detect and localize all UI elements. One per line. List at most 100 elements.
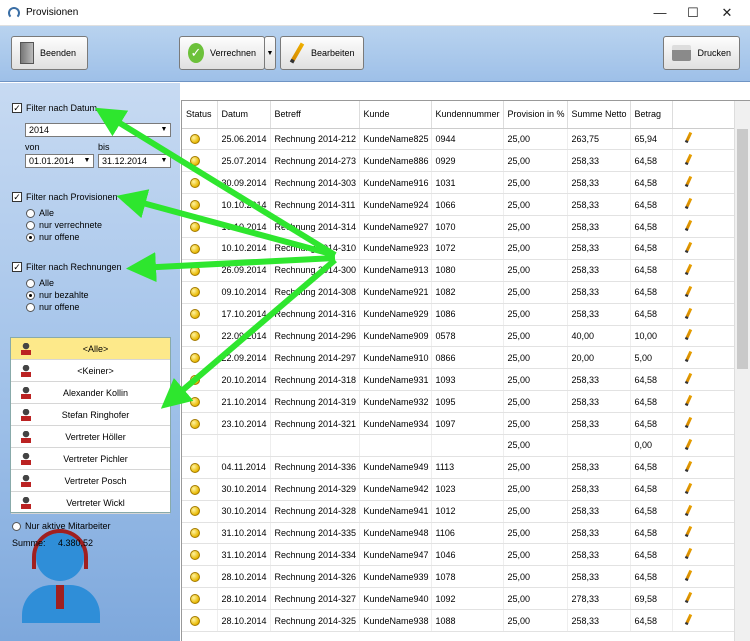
- pencil-icon[interactable]: [684, 154, 692, 166]
- provisionen-radio-offene[interactable]: nur offene: [26, 232, 79, 242]
- von-date-picker[interactable]: 01.01.2014 ▼: [25, 154, 94, 168]
- pencil-icon[interactable]: [684, 307, 692, 319]
- pencil-icon[interactable]: [684, 241, 692, 254]
- vertical-scrollbar[interactable]: [734, 101, 750, 641]
- table-row[interactable]: 17.10.2014 Rechnung 2014-316 KundeName929 1…: [182, 303, 736, 326]
- pencil-icon[interactable]: [684, 482, 692, 494]
- edit-cell[interactable]: [672, 193, 736, 217]
- edit-cell[interactable]: [672, 368, 736, 392]
- person-list-item[interactable]: <Alle>: [11, 338, 170, 360]
- table-row[interactable]: 25.06.2014 Rechnung 2014-212 KundeName825 0…: [182, 128, 736, 151]
- person-list-item[interactable]: Vertreter Wickl: [11, 492, 170, 514]
- pencil-icon[interactable]: [684, 197, 692, 210]
- person-list-item[interactable]: Vertreter Pichler: [11, 448, 170, 470]
- pencil-icon[interactable]: [684, 548, 692, 560]
- column-header[interactable]: Betreff: [270, 101, 360, 129]
- edit-cell[interactable]: [672, 149, 736, 173]
- edit-cell[interactable]: [672, 587, 736, 611]
- pencil-icon[interactable]: [684, 526, 692, 538]
- edit-cell[interactable]: [672, 478, 736, 501]
- table-row[interactable]: 30.10.2014 Rechnung 2014-329 KundeName942 1…: [182, 478, 736, 501]
- pencil-icon[interactable]: [684, 460, 692, 472]
- table-row[interactable]: 25,00 0,00: [182, 434, 736, 457]
- rechnungen-radio-alle[interactable]: Alle: [26, 278, 54, 288]
- pencil-icon[interactable]: [684, 132, 692, 144]
- provisionen-radio-alle[interactable]: Alle: [26, 208, 54, 218]
- provisionen-radio-verrechnete[interactable]: nur verrechnete: [26, 220, 102, 230]
- column-header[interactable]: Status: [182, 101, 218, 129]
- edit-cell[interactable]: [672, 215, 736, 238]
- edit-cell[interactable]: [672, 500, 736, 523]
- maximize-button[interactable]: ☐: [678, 3, 708, 23]
- person-list-item[interactable]: Stefan Ringhofer: [11, 404, 170, 426]
- edit-cell[interactable]: [672, 390, 736, 414]
- pencil-icon[interactable]: [684, 219, 692, 232]
- table-row[interactable]: 22.09.2014 Rechnung 2014-297 KundeName910 0…: [182, 346, 736, 370]
- table-row[interactable]: 28.10.2014 Rechnung 2014-325 KundeName938 1…: [182, 609, 736, 632]
- scrollbar-thumb[interactable]: [737, 129, 748, 369]
- verrechnen-dropdown-button[interactable]: ▼: [264, 36, 276, 70]
- close-button[interactable]: ✕: [712, 3, 742, 23]
- filter-rechnungen-checkbox[interactable]: ✓ Filter nach Rechnungen: [12, 262, 122, 272]
- table-row[interactable]: 10.10.2014 Rechnung 2014-310 KundeName923 1…: [182, 237, 736, 260]
- column-header[interactable]: Datum: [217, 101, 271, 129]
- edit-cell[interactable]: [672, 434, 736, 457]
- edit-cell[interactable]: [672, 325, 736, 348]
- pencil-icon[interactable]: [684, 504, 692, 516]
- pencil-icon[interactable]: [684, 570, 692, 582]
- table-row[interactable]: 10.10.2014 Rechnung 2014-311 KundeName924 1…: [182, 193, 736, 217]
- pencil-icon[interactable]: [684, 395, 692, 407]
- person-list-item[interactable]: Vertreter Posch: [11, 470, 170, 492]
- table-row[interactable]: 26.09.2014 Rechnung 2014-300 KundeName913 1…: [182, 259, 736, 282]
- pencil-icon[interactable]: [684, 176, 692, 188]
- rechnungen-radio-bezahlte[interactable]: nur bezahlte: [26, 290, 89, 300]
- table-row[interactable]: 28.10.2014 Rechnung 2014-327 KundeName940 1…: [182, 587, 736, 611]
- edit-cell[interactable]: [672, 609, 736, 632]
- table-row[interactable]: 04.11.2014 Rechnung 2014-336 KundeName949 1…: [182, 456, 736, 479]
- pencil-icon[interactable]: [684, 351, 692, 363]
- pencil-icon[interactable]: [684, 416, 692, 429]
- pencil-icon[interactable]: [684, 263, 692, 275]
- edit-cell[interactable]: [672, 303, 736, 326]
- edit-cell[interactable]: [672, 412, 736, 435]
- beenden-button[interactable]: Beenden: [11, 36, 88, 70]
- pencil-icon[interactable]: [684, 438, 692, 451]
- table-row[interactable]: 25.07.2014 Rechnung 2014-273 KundeName886 0…: [182, 149, 736, 173]
- table-row[interactable]: 28.10.2014 Rechnung 2014-326 KundeName939 1…: [182, 565, 736, 589]
- table-row[interactable]: 22.09.2014 Rechnung 2014-296 KundeName909 0…: [182, 325, 736, 348]
- verrechnen-button[interactable]: ✓ Verrechnen: [179, 36, 265, 70]
- column-header[interactable]: Kundennummer: [431, 101, 504, 129]
- column-header[interactable]: Summe Netto: [567, 101, 631, 129]
- edit-cell[interactable]: [672, 259, 736, 282]
- person-list-item[interactable]: Vertreter Höller: [11, 426, 170, 448]
- table-row[interactable]: 23.10.2014 Rechnung 2014-321 KundeName934 1…: [182, 412, 736, 435]
- pencil-icon[interactable]: [684, 373, 692, 385]
- edit-cell[interactable]: [672, 543, 736, 567]
- person-list-item[interactable]: <Keiner>: [11, 360, 170, 382]
- table-row[interactable]: 20.10.2014 Rechnung 2014-318 KundeName931 1…: [182, 368, 736, 392]
- bearbeiten-button[interactable]: Bearbeiten: [280, 36, 364, 70]
- rechnungen-radio-offene[interactable]: nur offene: [26, 302, 79, 312]
- edit-cell[interactable]: [672, 456, 736, 479]
- edit-cell[interactable]: [672, 522, 736, 545]
- table-row[interactable]: 21.10.2014 Rechnung 2014-319 KundeName932 1…: [182, 390, 736, 414]
- pencil-icon[interactable]: [684, 592, 692, 604]
- pencil-icon[interactable]: [684, 329, 692, 341]
- table-row[interactable]: 31.10.2014 Rechnung 2014-334 KundeName947 1…: [182, 543, 736, 567]
- drucken-button[interactable]: Drucken: [663, 36, 740, 70]
- table-row[interactable]: 30.10.2014 Rechnung 2014-328 KundeName941 1…: [182, 500, 736, 523]
- minimize-button[interactable]: —: [645, 3, 675, 23]
- table-row[interactable]: 10.10.2014 Rechnung 2014-314 KundeName927 1…: [182, 215, 736, 238]
- column-header[interactable]: Provision in %: [503, 101, 568, 129]
- bis-date-picker[interactable]: 31.12.2014 ▼: [98, 154, 171, 168]
- column-header[interactable]: Betrag: [630, 101, 673, 129]
- filter-provisionen-checkbox[interactable]: ✓ Filter nach Provisionen: [12, 192, 118, 202]
- table-row[interactable]: 30.09.2014 Rechnung 2014-303 KundeName916 1…: [182, 171, 736, 195]
- pencil-icon[interactable]: [684, 613, 692, 626]
- table-row[interactable]: 31.10.2014 Rechnung 2014-335 KundeName948 1…: [182, 522, 736, 545]
- filter-datum-checkbox[interactable]: ✓ Filter nach Datum: [12, 103, 97, 113]
- edit-cell[interactable]: [672, 171, 736, 195]
- edit-cell[interactable]: [672, 281, 736, 304]
- person-list-item[interactable]: Alexander Kollin: [11, 382, 170, 404]
- edit-cell[interactable]: [672, 565, 736, 589]
